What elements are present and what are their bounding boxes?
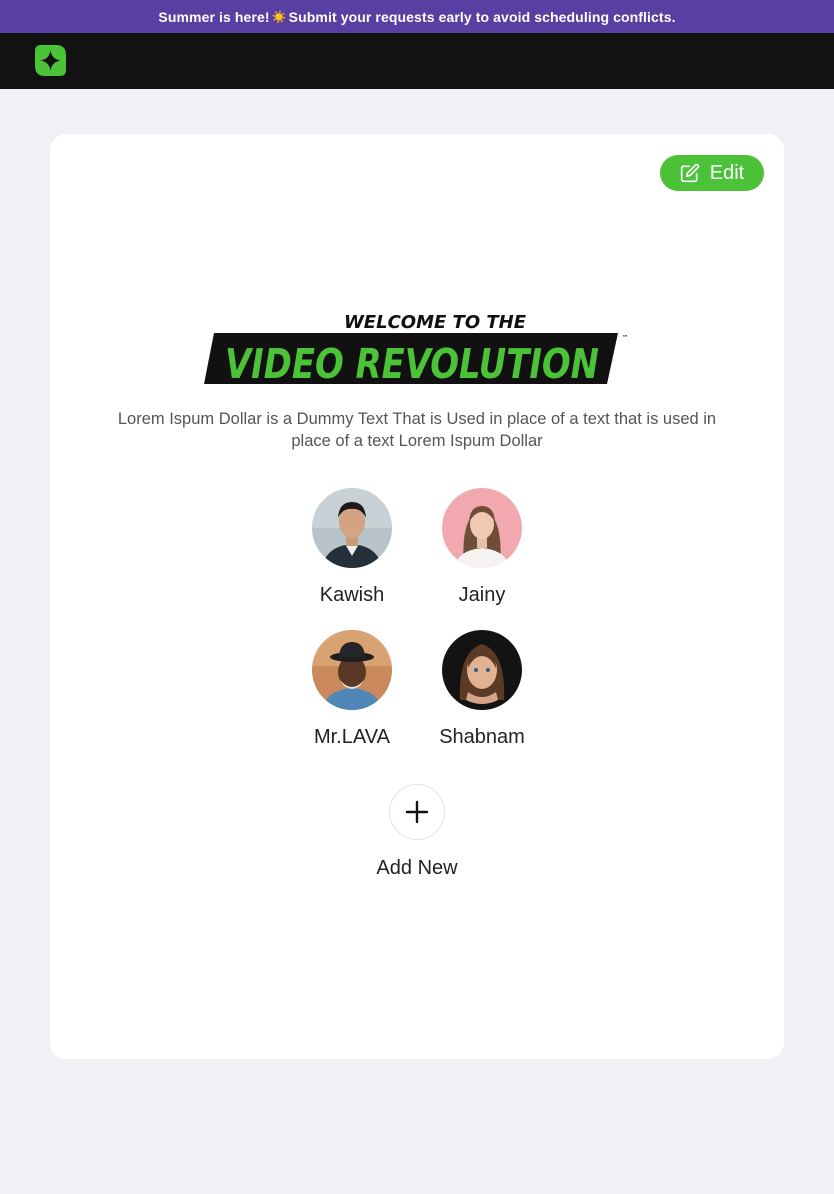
edit-button[interactable]: Edit xyxy=(660,155,764,191)
profile-shabnam[interactable]: Shabnam xyxy=(427,630,537,749)
profile-mr-lava[interactable]: Mr.LAVA xyxy=(297,630,407,749)
profile-grid: Kawish Jainy Mr.LAVA Shabnam xyxy=(282,488,552,748)
edit-label: Edit xyxy=(709,161,745,184)
hero-line2: VIDEO REVOLUTION xyxy=(225,340,599,388)
profile-name: Shabnam xyxy=(439,726,525,748)
hero-line1: WELCOME TO THE xyxy=(344,312,527,333)
trademark-mark: ™ xyxy=(622,334,629,342)
video-revolution-banner: WELCOME TO THE VIDEO REVOLUTION ™ xyxy=(204,312,629,388)
top-navigation xyxy=(0,33,834,89)
profile-kawish[interactable]: Kawish xyxy=(297,488,407,607)
profile-name: Jainy xyxy=(458,584,506,606)
announcement-text-start: Summer is here! xyxy=(158,8,270,25)
announcement-text-end: Submit your requests early to avoid sche… xyxy=(288,8,676,25)
add-new-button[interactable]: Add New xyxy=(357,784,477,880)
sun-icon: ☀️ xyxy=(271,9,287,24)
profile-jainy[interactable]: Jainy xyxy=(427,488,537,607)
add-new-label: Add New xyxy=(376,857,458,879)
description-text: Lorem Ispum Dollar is a Dummy Text That … xyxy=(117,410,717,450)
main-card: Edit WELCOME TO THE VIDEO REVOLUTION ™ L… xyxy=(50,134,784,1059)
profile-name: Kawish xyxy=(319,584,385,606)
plus-icon xyxy=(405,800,429,824)
edit-icon xyxy=(680,163,699,183)
avatar xyxy=(442,630,522,710)
announcement-bar: Summer is here! ☀️ Submit your requests … xyxy=(0,0,834,33)
sparkle-logo-icon[interactable] xyxy=(34,44,67,77)
avatar xyxy=(312,488,392,568)
avatar xyxy=(442,488,522,568)
add-new-circle[interactable] xyxy=(389,784,445,840)
profile-name: Mr.LAVA xyxy=(314,726,390,748)
avatar xyxy=(312,630,392,710)
